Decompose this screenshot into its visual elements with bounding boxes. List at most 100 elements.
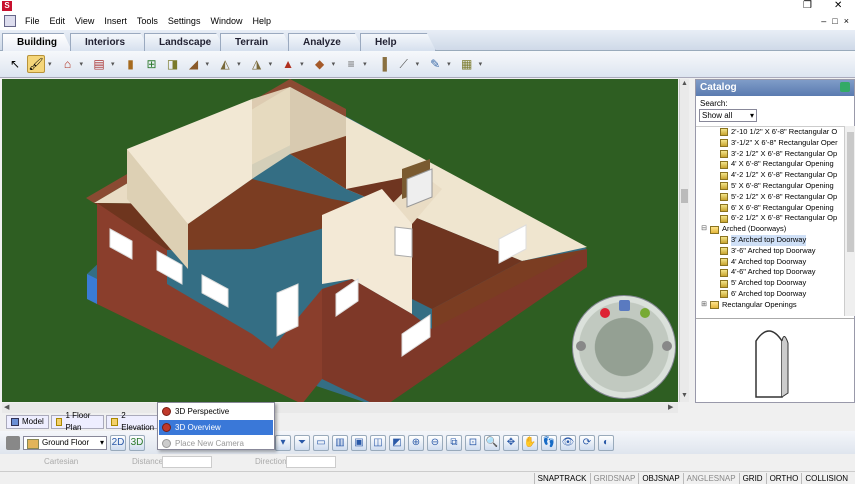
status-gridsnap[interactable]: GRIDSNAP (589, 472, 639, 484)
status-collision[interactable]: COLLISION (801, 472, 851, 484)
tree-item[interactable]: 4' Arched top Doorway (696, 257, 844, 268)
floor-select[interactable]: Ground Floor (23, 435, 107, 450)
funnel-filter-icon[interactable]: ⏷ (294, 434, 310, 451)
pan-icon[interactable]: ✥ (503, 434, 519, 451)
catalog-scrollbar[interactable] (844, 126, 855, 316)
tree-folder-rectangular[interactable]: ⊞ Rectangular Openings (696, 300, 844, 311)
tree-item[interactable]: 3'-1/2" X 6'-8" Rectangular Oper (696, 138, 844, 149)
tree-item-selected[interactable]: 3' Arched top Doorway (696, 234, 844, 246)
tree-folder-arched[interactable]: ⊟ Arched (Doorways) (696, 224, 844, 235)
catalog-scroll-thumb[interactable] (847, 132, 854, 252)
view-tab-elevation[interactable]: 2 Elevation (106, 411, 160, 432)
dormer-tool-icon[interactable]: ◆ (311, 55, 329, 73)
select-tool-icon[interactable]: ↖ (6, 55, 24, 73)
view-tab-model[interactable]: Model (6, 414, 49, 429)
floor-tool-icon[interactable]: ◭ (216, 55, 234, 73)
tree-item[interactable]: 5' Arched top Doorway (696, 278, 844, 289)
menu-item-3d-overview[interactable]: 3D Overview (159, 420, 273, 435)
tree-item[interactable]: 6'-2 1/2" X 6'-8" Rectangular Op (696, 213, 844, 224)
menu-settings[interactable]: Settings (163, 12, 206, 30)
dimension-tool-icon[interactable]: ⟋ (395, 55, 413, 73)
house-wizard-icon[interactable]: ⌂ (59, 55, 77, 73)
zoom-window-icon[interactable]: ⧉ (446, 434, 462, 451)
image-display-icon[interactable]: ◫ (370, 434, 386, 451)
menu-window[interactable]: Window (205, 12, 247, 30)
3d-viewport[interactable] (2, 79, 678, 402)
settings-icon[interactable] (640, 308, 650, 318)
tab-interiors[interactable]: Interiors (70, 33, 150, 51)
camera-dropdown-icon[interactable]: ▾ (275, 434, 291, 451)
menu-view[interactable]: View (70, 12, 99, 30)
roof-tool-icon[interactable]: ▲ (279, 55, 297, 73)
zoom-out-icon[interactable]: ⊖ (427, 434, 443, 451)
coordinate-system[interactable]: Cartesian (44, 457, 78, 466)
viewport-vertical-scrollbar[interactable]: ▲ ▼ (679, 79, 689, 402)
menu-insert[interactable]: Insert (99, 12, 132, 30)
doc-close-button[interactable]: × (844, 16, 849, 26)
layers-icon[interactable]: ▣ (351, 434, 367, 451)
orbit-eye-icon[interactable]: 👁 (560, 434, 576, 451)
fence-icon[interactable]: ▥ (332, 434, 348, 451)
tree-item[interactable]: 4'-6" Arched top Doorway (696, 267, 844, 278)
restore-button[interactable]: ❐ (803, 0, 812, 12)
status-grid[interactable]: GRID (738, 472, 766, 484)
scroll-down-icon[interactable]: ▼ (681, 392, 688, 399)
distance-field[interactable] (162, 456, 212, 468)
expand-icon[interactable]: ⊞ (700, 300, 708, 311)
cars-view-icon[interactable]: ▭ (313, 434, 329, 451)
walk-icon[interactable]: 👣 (541, 434, 557, 451)
scroll-right-icon[interactable]: ▶ (668, 403, 673, 411)
3d-view-button[interactable]: 3D (129, 434, 145, 451)
image-options-icon[interactable]: ◩ (389, 434, 405, 451)
scroll-up-icon[interactable]: ▲ (681, 80, 688, 87)
look-around-icon[interactable]: ◐ (598, 434, 614, 451)
tab-building[interactable]: Building (2, 33, 72, 51)
wall-tool-icon[interactable]: ▤ (90, 55, 108, 73)
2d-view-button[interactable]: 2D (110, 434, 126, 451)
tab-help[interactable]: Help (360, 33, 436, 51)
zoom-icon[interactable] (600, 308, 610, 318)
zoom-extents-icon[interactable]: ⊡ (465, 434, 481, 451)
window-tool-icon[interactable]: ⊞ (143, 55, 161, 73)
tree-item[interactable]: 3'-2 1/2" X 6'-8" Rectangular Op (696, 149, 844, 160)
catalog-filter-select[interactable]: Show all (699, 109, 757, 122)
zoom-in-icon[interactable]: ⊕ (408, 434, 424, 451)
menu-edit[interactable]: Edit (45, 12, 71, 30)
paint-tool-icon[interactable]: 🖌 (27, 55, 45, 73)
status-objsnap[interactable]: OBJSNAP (638, 472, 682, 484)
viewport-horizontal-scrollbar[interactable]: ◀ ▶ (2, 403, 678, 413)
walk-icon[interactable] (662, 341, 672, 351)
menu-tools[interactable]: Tools (132, 12, 163, 30)
orbit-icon[interactable] (619, 300, 630, 311)
status-snaptrack[interactable]: SNAPTRACK (533, 472, 590, 484)
text-tool-icon[interactable]: ✎ (426, 55, 444, 73)
menu-item-3d-perspective[interactable]: 3D Perspective (159, 404, 273, 419)
stairs-tool-icon[interactable]: ◢ (185, 55, 203, 73)
scroll-left-icon[interactable]: ◀ (4, 403, 9, 411)
tab-terrain[interactable]: Terrain (220, 33, 292, 51)
tree-item[interactable]: 6' X 6'-8" Rectangular Opening (696, 203, 844, 214)
tree-item[interactable]: 5' X 6'-8" Rectangular Opening (696, 181, 844, 192)
doc-maximize-button[interactable]: □ (832, 16, 837, 26)
tree-item[interactable]: 5'-2 1/2" X 6'-8" Rectangular Op (696, 192, 844, 203)
rotate-icon[interactable]: ⟳ (579, 434, 595, 451)
tree-item[interactable]: 3'-6" Arched top Doorway (696, 246, 844, 257)
tree-item[interactable]: 2'-10 1/2" X 6'-8" Rectangular O (696, 127, 844, 138)
view-tab-floor-plan[interactable]: 1 Floor Plan (50, 411, 105, 432)
look-icon[interactable] (576, 341, 586, 351)
tree-item[interactable]: 4'-2 1/2" X 6'-8" Rectangular Op (696, 170, 844, 181)
collapse-icon[interactable]: ⊟ (700, 224, 708, 235)
opening-tool-icon[interactable]: ◨ (164, 55, 182, 73)
close-button[interactable]: ✕ (834, 0, 842, 12)
doc-minimize-button[interactable]: – (821, 16, 826, 26)
railing-tool-icon[interactable]: ≡ (342, 55, 360, 73)
door-tool-icon[interactable]: ▮ (122, 55, 140, 73)
hand-icon[interactable]: ✋ (522, 434, 538, 451)
tree-item[interactable]: 6' Arched top Doorway (696, 289, 844, 300)
document-icon[interactable] (4, 15, 16, 27)
zoom-search-icon[interactable]: 🔍 (484, 434, 500, 451)
tree-item[interactable]: 4' X 6'-8" Rectangular Opening (696, 159, 844, 170)
scroll-thumb[interactable] (681, 189, 688, 203)
status-anglesnap[interactable]: ANGLESNAP (682, 472, 739, 484)
status-ortho[interactable]: ORTHO (765, 472, 802, 484)
